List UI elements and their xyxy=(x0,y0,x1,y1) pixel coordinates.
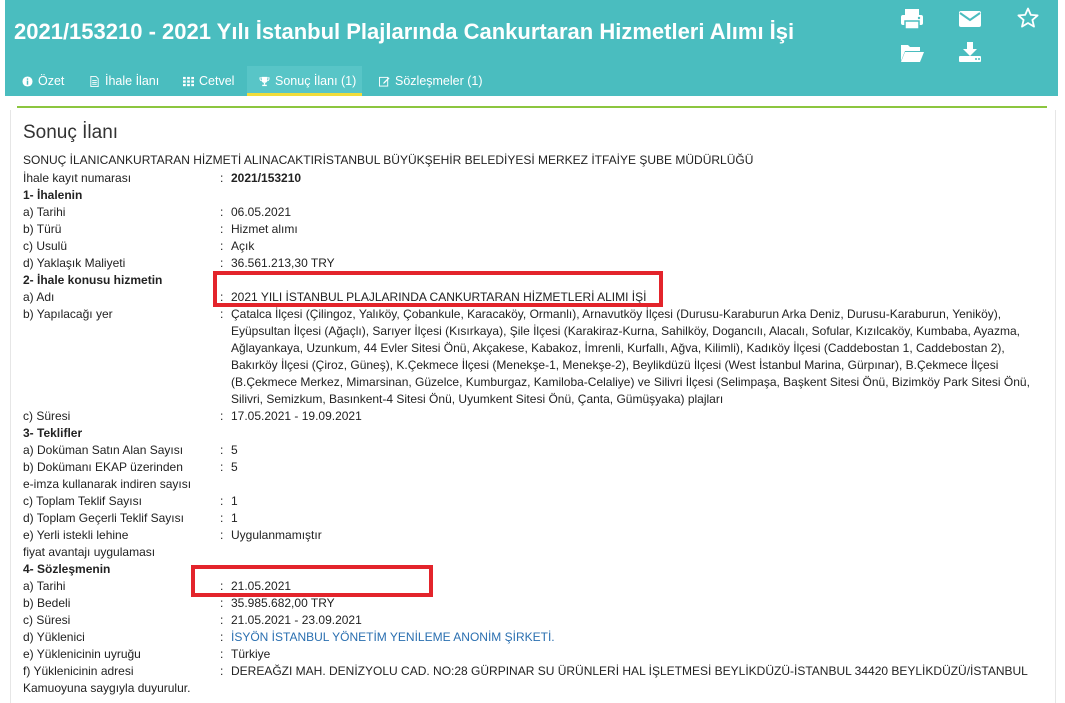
star-icon[interactable] xyxy=(1016,7,1040,29)
edit-icon xyxy=(379,76,390,87)
folder-open-icon[interactable] xyxy=(900,42,924,64)
trophy-icon xyxy=(259,76,270,87)
section-title: Sonuç İlanı xyxy=(23,122,119,143)
divider xyxy=(17,106,1047,108)
mail-icon[interactable] xyxy=(958,8,982,30)
tab-label: Cetvel xyxy=(199,74,235,88)
announcement-heading: SONUÇ İLANICANKURTARAN HİZMETİ ALINACAKT… xyxy=(23,153,754,167)
tab-label: Sonuç İlanı (1) xyxy=(275,74,357,88)
yuklenici-link[interactable]: İSYÖN İSTANBUL YÖNETİM YENİLEME ANONİM Ş… xyxy=(231,629,555,646)
header-actions xyxy=(900,6,1040,66)
kayit-value: 2021/153210 xyxy=(231,171,302,185)
tab-sonuc-ilani[interactable]: Sonuç İlanı (1) xyxy=(247,66,362,96)
grid-icon xyxy=(183,76,194,87)
tab-ozet[interactable]: Özet xyxy=(20,66,70,96)
tab-ihale-ilani[interactable]: İhale İlanı xyxy=(87,66,167,96)
tab-label: Sözleşmeler (1) xyxy=(395,74,483,88)
page-title: 2021/153210 - 2021 Yılı İstanbul Plajlar… xyxy=(14,19,795,44)
document-icon xyxy=(89,75,100,87)
tab-cetvel[interactable]: Cetvel xyxy=(181,66,241,96)
download-icon[interactable] xyxy=(958,41,982,63)
tab-label: İhale İlanı xyxy=(105,74,160,88)
print-icon[interactable] xyxy=(900,8,924,30)
info-icon xyxy=(22,75,33,87)
page-header: 2021/153210 - 2021 Yılı İstanbul Plajlar… xyxy=(5,0,1058,96)
tab-label: Özet xyxy=(38,74,65,88)
tab-sozlesmeler[interactable]: Sözleşmeler (1) xyxy=(377,66,487,96)
